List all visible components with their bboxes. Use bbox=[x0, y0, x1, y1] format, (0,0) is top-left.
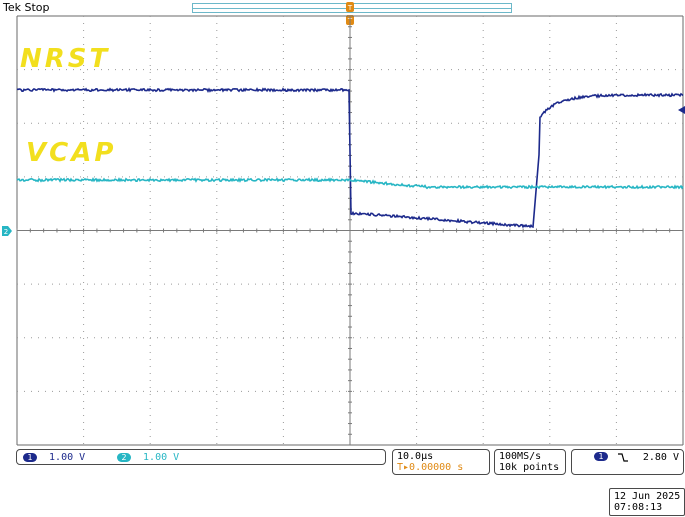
record-length: 10k points bbox=[499, 462, 559, 473]
waveform-display[interactable] bbox=[0, 0, 685, 517]
graticule-grid bbox=[17, 16, 683, 445]
ch2-badge: 2 bbox=[117, 453, 131, 462]
trigger-position: T▸0.00000 s bbox=[397, 462, 463, 473]
ch1-scale[interactable]: 1 1.00 V bbox=[23, 452, 85, 463]
trigger-level-marker-icon[interactable] bbox=[675, 105, 685, 115]
sample-rate: 100MS/s bbox=[499, 451, 541, 462]
timebase-panel[interactable]: 10.0µs T▸0.00000 s bbox=[392, 449, 490, 475]
ch1-badge: 1 bbox=[23, 453, 37, 462]
date: 12 Jun 2025 bbox=[614, 491, 680, 502]
trigger-panel[interactable]: 1 2.80 V bbox=[571, 449, 684, 475]
datetime-panel: 12 Jun 2025 07:08:13 bbox=[609, 488, 685, 516]
trigger-level: 2.80 V bbox=[643, 452, 679, 463]
time-per-div: 10.0µs bbox=[397, 451, 433, 462]
trigger-source-badge: 1 bbox=[594, 452, 608, 461]
ch2-ground-marker-icon[interactable]: 2 bbox=[2, 226, 12, 236]
time: 07:08:13 bbox=[614, 502, 662, 513]
svg-text:2: 2 bbox=[4, 228, 8, 236]
ch1-volts-per-div: 1.00 V bbox=[49, 452, 85, 463]
acquisition-panel[interactable]: 100MS/s 10k points bbox=[494, 449, 566, 475]
vcap-annotation: VCAP bbox=[26, 138, 116, 168]
ch2-scale[interactable]: 2 1.00 V bbox=[117, 452, 179, 463]
trigger-delay-icon: T▸ bbox=[397, 462, 409, 473]
nrst-annotation: NRST bbox=[20, 44, 110, 74]
falling-edge-icon bbox=[618, 453, 628, 462]
channel-scale-panel[interactable]: 1 1.00 V 2 1.00 V bbox=[16, 449, 386, 465]
ch2-volts-per-div: 1.00 V bbox=[143, 452, 179, 463]
